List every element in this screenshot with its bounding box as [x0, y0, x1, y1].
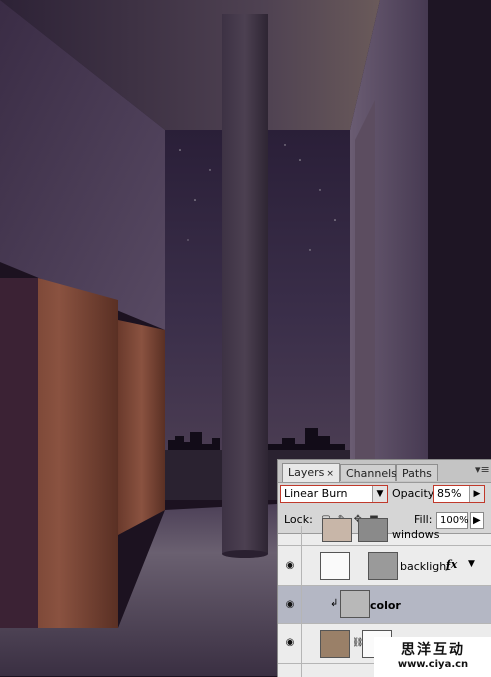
fill-value: 100% — [440, 515, 469, 526]
layer-row-color[interactable]: ◉ ↲ color — [278, 586, 491, 624]
visibility-column: ◉ — [278, 586, 302, 623]
visibility-column — [278, 526, 302, 545]
tab-channels[interactable]: Channels — [340, 464, 397, 481]
layer-thumbnail — [340, 590, 370, 618]
layer-name: windows — [392, 528, 440, 541]
opacity-field[interactable]: 85% ▶ — [433, 485, 485, 503]
layer-row-backlight[interactable]: ◉ backlight fx ▼ — [278, 546, 491, 586]
blend-mode-value: Linear Burn — [284, 487, 348, 500]
layers-panel: Layers × Channels Paths ▾≡ Linear Burn ▼ … — [277, 459, 491, 677]
layer-mask-thumbnail — [368, 552, 398, 580]
chevron-down-icon[interactable]: ▼ — [372, 486, 387, 502]
blend-options-row: Linear Burn ▼ Opacity: 85% ▶ — [280, 485, 490, 505]
layer-name: backlight — [400, 560, 451, 573]
opacity-slider-arrow-icon[interactable]: ▶ — [469, 486, 484, 502]
layer-mask-thumbnail — [358, 518, 388, 542]
layer-thumbnail — [320, 552, 350, 580]
visibility-column: ◉ — [278, 624, 302, 663]
tab-layers[interactable]: Layers × — [282, 463, 340, 482]
watermark-chinese: 思洋互动 — [401, 642, 465, 658]
eye-icon[interactable]: ◉ — [283, 600, 297, 610]
layer-thumbnail — [320, 630, 350, 658]
layer-row-windows[interactable]: windows — [278, 518, 491, 546]
tab-layers-label: Layers — [288, 466, 325, 479]
tab-paths[interactable]: Paths — [396, 464, 438, 481]
opacity-label: Opacity: — [392, 487, 438, 500]
layer-thumbnail — [322, 518, 352, 542]
chevron-down-icon[interactable]: ▼ — [468, 559, 475, 569]
opacity-value: 85% — [437, 487, 462, 500]
clipping-mask-arrow-icon: ↲ — [330, 598, 339, 609]
layer-effects-icon[interactable]: fx — [446, 558, 457, 571]
eye-icon[interactable]: ◉ — [283, 561, 297, 571]
visibility-column: ◉ — [278, 546, 302, 585]
watermark-url: www.ciya.cn — [397, 659, 469, 670]
site-watermark: 思洋互动 www.ciya.cn — [374, 637, 491, 677]
layer-name: color — [370, 599, 401, 612]
eye-icon[interactable]: ◉ — [283, 638, 297, 648]
panel-tab-bar: Layers × Channels Paths ▾≡ — [278, 460, 491, 483]
visibility-column — [278, 664, 302, 677]
tab-paths-label: Paths — [402, 467, 432, 480]
close-icon[interactable]: × — [326, 469, 334, 479]
tab-channels-label: Channels — [346, 467, 397, 480]
panel-menu-icon[interactable]: ▾≡ — [475, 463, 490, 477]
blend-mode-select[interactable]: Linear Burn ▼ — [280, 485, 388, 503]
